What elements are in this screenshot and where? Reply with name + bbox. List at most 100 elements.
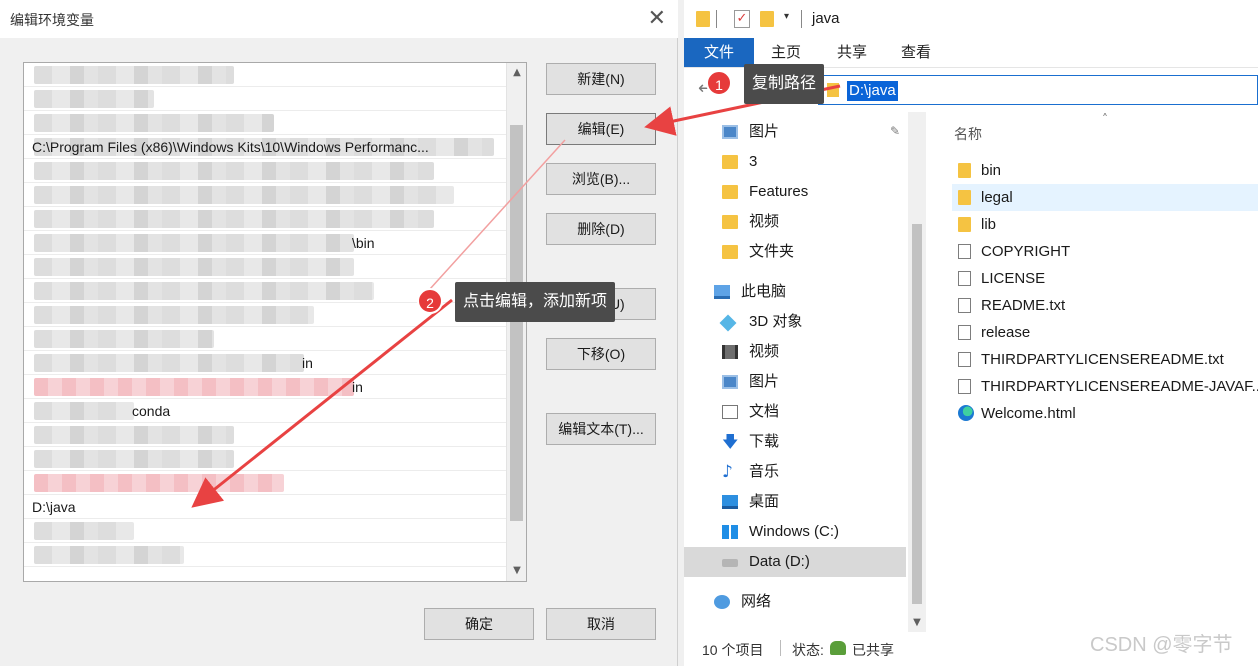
- edit-text-button[interactable]: 编辑文本(T)...: [546, 413, 656, 445]
- path-entries-list[interactable]: C:\Program Files (x86)\Windows Kits\10\W…: [23, 62, 527, 582]
- path-entry-row[interactable]: [24, 255, 506, 279]
- nav-item[interactable]: 桌面: [684, 487, 906, 517]
- redacted-text: [34, 66, 234, 84]
- edit-button[interactable]: 编辑(E): [546, 113, 656, 145]
- path-entry-row[interactable]: C:\Program Files (x86)\Windows Kits\10\W…: [24, 135, 506, 159]
- nav-item[interactable]: Windows (C:): [684, 517, 906, 547]
- properties-icon[interactable]: ✓: [734, 10, 750, 28]
- step-1-callout: 复制路径: [744, 64, 825, 104]
- scroll-down-icon[interactable]: ▼: [908, 614, 926, 632]
- redacted-text: [34, 474, 284, 492]
- scrollbar-thumb[interactable]: [912, 224, 922, 604]
- address-text[interactable]: D:\java: [847, 81, 898, 101]
- delete-button[interactable]: 删除(D): [546, 213, 656, 245]
- new-folder-icon[interactable]: [760, 11, 774, 27]
- nav-item[interactable]: 🡇 下载: [684, 427, 906, 457]
- folder-icon: [958, 217, 971, 232]
- tab-home[interactable]: 主页: [764, 38, 808, 67]
- edge-browser-icon: [958, 405, 974, 421]
- nav-scrollbar[interactable]: ▼: [908, 112, 926, 632]
- toolbar-divider: [716, 10, 717, 28]
- file-name: bin: [981, 162, 1002, 179]
- tab-file[interactable]: 文件: [684, 38, 754, 67]
- file-row[interactable]: THIRDPARTYLICENSEREADME-JAVAF...: [952, 373, 1258, 400]
- nav-item[interactable]: Features: [684, 177, 906, 207]
- nav-item[interactable]: 网络: [684, 587, 906, 617]
- path-entry-row[interactable]: [24, 543, 506, 567]
- redacted-text: [34, 186, 454, 204]
- text-file-icon: [958, 379, 971, 394]
- file-row[interactable]: README.txt: [952, 292, 1258, 319]
- cancel-button[interactable]: 取消: [546, 608, 656, 640]
- nav-item[interactable]: 3D 对象: [684, 307, 906, 337]
- folder-icon: [722, 215, 738, 229]
- column-header-name[interactable]: 名称: [954, 124, 982, 144]
- list-scrollbar[interactable]: ▲ ▼: [506, 63, 526, 581]
- redacted-text: [34, 450, 234, 468]
- dialog-title: 编辑环境变量: [10, 12, 94, 28]
- redacted-text: [34, 210, 434, 228]
- nav-item[interactable]: Data (D:): [684, 547, 906, 577]
- nav-item[interactable]: 文档: [684, 397, 906, 427]
- path-entry-row[interactable]: [24, 423, 506, 447]
- file-row[interactable]: Welcome.html: [952, 400, 1258, 427]
- path-entry-row[interactable]: [24, 207, 506, 231]
- redacted-text: [34, 354, 304, 372]
- path-entry-row[interactable]: [24, 519, 506, 543]
- path-entry-row[interactable]: [24, 111, 506, 135]
- nav-item[interactable]: 视频: [684, 337, 906, 367]
- nav-item-label: 此电脑: [741, 283, 787, 300]
- redacted-text: [34, 378, 354, 396]
- move-down-button[interactable]: 下移(O): [546, 338, 656, 370]
- tab-view[interactable]: 查看: [894, 38, 938, 67]
- path-entry-row[interactable]: [24, 447, 506, 471]
- path-entry-row[interactable]: \bin: [24, 231, 506, 255]
- nav-item[interactable]: ♪ 音乐: [684, 457, 906, 487]
- redacted-text: [34, 162, 434, 180]
- status-divider: [780, 640, 781, 656]
- customize-toolbar-icon[interactable]: ▾: [784, 11, 789, 22]
- file-row[interactable]: LICENSE: [952, 265, 1258, 292]
- redacted-text: [34, 258, 354, 276]
- path-entry-row[interactable]: in: [24, 375, 506, 399]
- file-row[interactable]: COPYRIGHT: [952, 238, 1258, 265]
- watermark: CSDN @零字节: [1090, 634, 1233, 656]
- path-entry-row[interactable]: D:\java: [24, 495, 506, 519]
- path-entry-row[interactable]: [24, 183, 506, 207]
- redacted-text: [34, 426, 234, 444]
- nav-item-label: 3D 对象: [749, 313, 803, 330]
- path-entry-row[interactable]: [24, 471, 506, 495]
- file-row[interactable]: legal: [952, 184, 1258, 211]
- path-entry-row[interactable]: [24, 327, 506, 351]
- path-entry-row[interactable]: conda: [24, 399, 506, 423]
- nav-item[interactable]: 3: [684, 147, 906, 177]
- file-row[interactable]: release: [952, 319, 1258, 346]
- scroll-up-icon[interactable]: ▲: [507, 63, 526, 83]
- nav-item[interactable]: 图片: [684, 367, 906, 397]
- path-entry-row[interactable]: [24, 87, 506, 111]
- nav-item[interactable]: 此电脑: [684, 277, 906, 307]
- network-icon: [714, 595, 730, 609]
- file-row[interactable]: lib: [952, 211, 1258, 238]
- nav-item[interactable]: 视频: [684, 207, 906, 237]
- file-row[interactable]: bin: [952, 157, 1258, 184]
- nav-item-label: 音乐: [749, 463, 780, 480]
- folder-icon: [696, 11, 710, 27]
- path-entry-row[interactable]: [24, 63, 506, 87]
- step-2-callout: 点击编辑，添加新项: [455, 282, 616, 322]
- browse-button[interactable]: 浏览(B)...: [546, 163, 656, 195]
- file-row[interactable]: THIRDPARTYLICENSEREADME.txt: [952, 346, 1258, 373]
- address-input[interactable]: D:\java: [818, 75, 1258, 105]
- file-icon: [958, 325, 971, 340]
- scrollbar-thumb[interactable]: [510, 125, 523, 521]
- new-button[interactable]: 新建(N): [546, 63, 656, 95]
- nav-item-label: Data (D:): [749, 553, 810, 570]
- nav-item[interactable]: 文件夹: [684, 237, 906, 267]
- path-entry-row[interactable]: in: [24, 351, 506, 375]
- nav-item[interactable]: 图片: [684, 117, 906, 147]
- ok-button[interactable]: 确定: [424, 608, 534, 640]
- path-entry-row[interactable]: [24, 159, 506, 183]
- scroll-down-icon[interactable]: ▼: [507, 561, 526, 581]
- close-icon[interactable]: ✕: [648, 6, 666, 31]
- tab-share[interactable]: 共享: [830, 38, 874, 67]
